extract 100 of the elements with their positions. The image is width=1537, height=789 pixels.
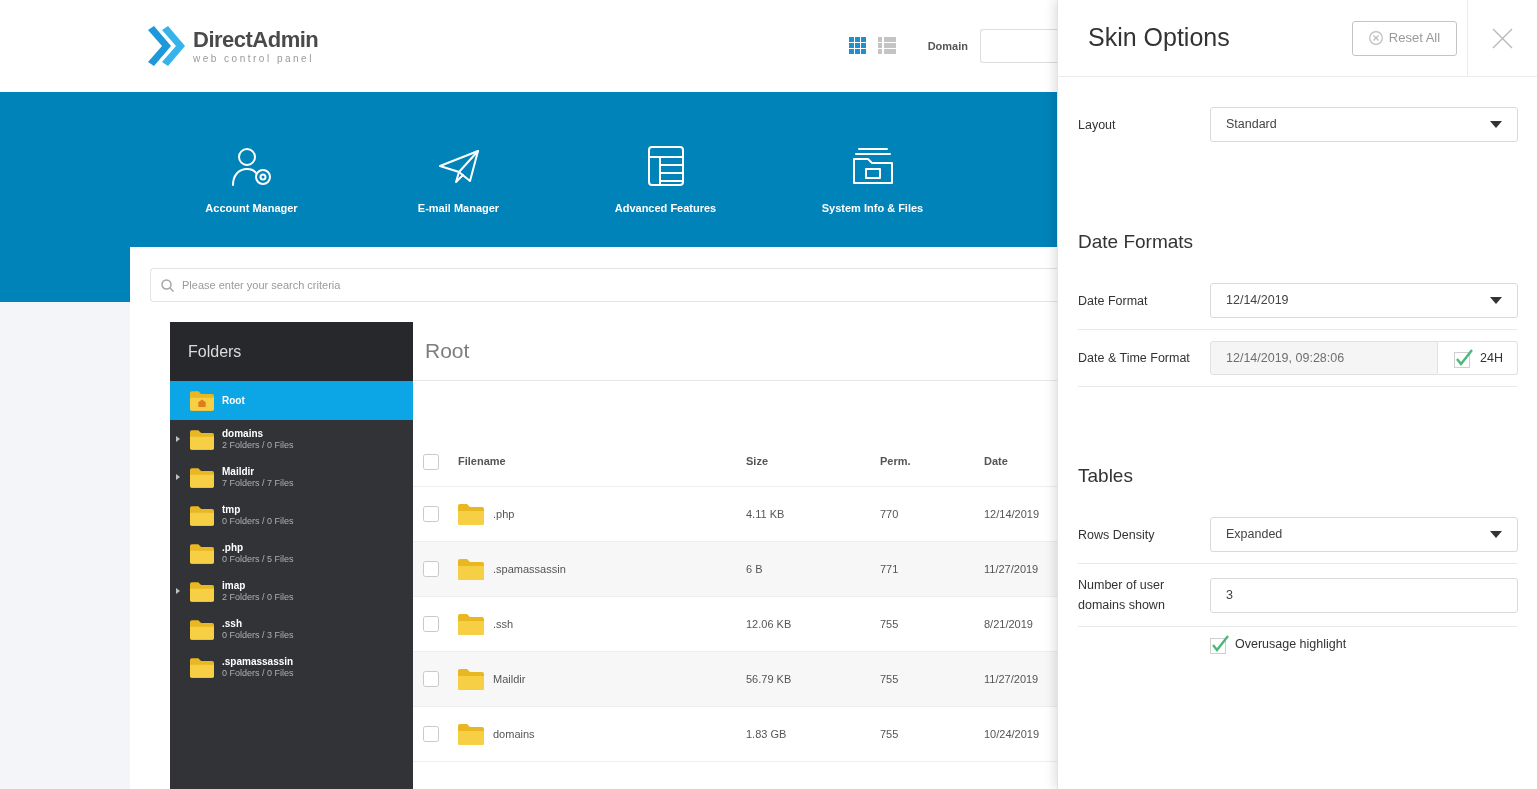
nav-tile[interactable]: System Info & Files [769, 144, 976, 224]
folder-tree-item[interactable]: Maildir 7 Folders / 7 Files [170, 458, 413, 496]
file-size: 56.79 KB [746, 671, 792, 687]
folder-info: 0 Folders / 0 Files [222, 515, 294, 527]
folder-title: Root [425, 338, 470, 365]
dropdown-caret-icon [1490, 121, 1502, 128]
logo-wordmark: DirectAdmin [193, 28, 319, 51]
file-size: 1.83 GB [746, 726, 787, 742]
checkbox-icon[interactable] [423, 561, 439, 577]
folder-icon [458, 503, 484, 525]
file-name: Maildir [493, 671, 526, 687]
folder-tree-item[interactable]: domains 2 Folders / 0 Files [170, 420, 413, 458]
file-name: .spamassassin [493, 561, 566, 577]
file-size: 12.06 KB [746, 616, 792, 632]
folder-icon [190, 656, 214, 678]
field-label: Layout [1078, 116, 1117, 134]
close-button[interactable] [1491, 27, 1514, 49]
expand-caret-icon[interactable] [176, 436, 180, 442]
checked-checkbox-icon[interactable] [1210, 635, 1229, 654]
nav-tile[interactable]: E-mail Manager [355, 144, 562, 224]
column-header[interactable]: Perm. [880, 453, 984, 470]
domain-field[interactable] [980, 29, 1057, 63]
select-dropdown[interactable]: 12/14/2019 [1210, 283, 1518, 318]
file-date: 8/21/2019 [984, 616, 1033, 632]
folder-tree-item[interactable]: .ssh 0 Folders / 3 Files [170, 610, 413, 648]
folder-icon [190, 466, 214, 488]
file-permissions: 771 [880, 561, 899, 577]
file-date: 11/27/2019 [984, 671, 1039, 687]
file-permissions: 755 [880, 616, 899, 632]
file-permissions: 770 [880, 506, 899, 522]
number-input[interactable]: 3 [1210, 577, 1518, 613]
folder-icon [190, 428, 214, 450]
file-name: .php [493, 506, 515, 522]
panel-title: Skin Options [1088, 22, 1230, 54]
section-heading: Tables [1078, 464, 1134, 488]
folder-tree-item[interactable]: imap 2 Folders / 0 Files [170, 572, 413, 610]
file-size: 6 B [746, 561, 763, 577]
domain-label: Domain [927, 38, 968, 54]
folder-name: Maildir [222, 465, 256, 478]
folder-icon [458, 613, 484, 635]
checkbox-icon[interactable] [423, 671, 439, 687]
search-icon [161, 278, 174, 292]
folder-icon [190, 542, 214, 564]
folder-tree-item[interactable]: .php 0 Folders / 5 Files [170, 534, 413, 572]
expand-caret-icon[interactable] [176, 588, 180, 594]
column-header[interactable]: Size [746, 453, 880, 470]
folder-name: .php [222, 541, 245, 554]
folder-icon [458, 668, 484, 690]
folder-icon [190, 390, 214, 411]
folder-icon [190, 580, 214, 602]
dropdown-caret-icon [1490, 297, 1502, 304]
file-date: 12/14/2019 [984, 506, 1040, 522]
folder-info: 2 Folders / 0 Files [222, 591, 294, 603]
folder-name: .spamassassin [222, 655, 294, 668]
nav-tile[interactable]: Advanced Features [562, 144, 769, 224]
folder-tree-item[interactable]: tmp 0 Folders / 0 Files [170, 496, 413, 534]
field-label: Number of user domains shown [1078, 577, 1166, 614]
expand-caret-icon[interactable] [176, 474, 180, 480]
grid-view-icon[interactable] [848, 37, 867, 55]
folder-info: 0 Folders / 3 Files [222, 629, 294, 641]
select-dropdown[interactable]: Expanded [1210, 517, 1518, 552]
folder-info: 2 Folders / 0 Files [222, 439, 294, 451]
folder-name: imap [222, 579, 247, 592]
checkbox-icon[interactable] [423, 506, 439, 522]
field-label: Rows Density [1078, 526, 1156, 544]
datetime-input: 12/14/2019, 09:28:06 [1210, 341, 1438, 375]
file-date: 10/24/2019 [984, 726, 1040, 742]
folder-tree-item[interactable]: .spamassassin 0 Folders / 0 Files [170, 648, 413, 686]
folder-info: 7 Folders / 7 Files [222, 477, 294, 489]
file-row[interactable]: Maildir 56.79 KB 755 11/27/2019 [413, 652, 1057, 707]
dropdown-caret-icon [1490, 531, 1502, 538]
logo-tagline: web control panel [193, 53, 315, 64]
file-date: 11/27/2019 [984, 561, 1039, 577]
folder-name: domains [222, 427, 265, 440]
file-permissions: 755 [880, 726, 899, 742]
field-label: Date & Time Format [1078, 350, 1191, 367]
folder-info: 0 Folders / 0 Files [222, 667, 294, 679]
nav-tile[interactable]: Account Manager [148, 144, 355, 224]
column-header[interactable]: Filename [458, 453, 746, 470]
section-heading: Date Formats [1078, 230, 1195, 254]
checkbox-icon[interactable] [423, 616, 439, 632]
file-name: domains [493, 726, 535, 742]
folder-icon [190, 618, 214, 640]
folders-title: Folders [188, 341, 242, 362]
file-name: .ssh [493, 616, 514, 632]
file-size: 4.11 KB [746, 506, 785, 522]
checkbox-icon[interactable] [423, 453, 439, 470]
checkbox-label[interactable]: Overusage highlight [1235, 635, 1347, 654]
file-row[interactable]: .spamassassin 6 B 771 11/27/2019 [413, 542, 1057, 597]
folder-name: .ssh [222, 617, 243, 630]
select-dropdown[interactable]: Standard [1210, 107, 1518, 142]
column-header[interactable]: Date [984, 453, 1057, 470]
folder-icon [458, 723, 484, 745]
close-icon [1492, 27, 1513, 49]
folder-name: tmp [222, 503, 242, 516]
list-view-icon[interactable] [877, 37, 896, 55]
folder-icon [190, 504, 214, 526]
folder-icon [458, 558, 484, 580]
checkbox-icon[interactable] [423, 726, 439, 742]
folder-info: 0 Folders / 5 Files [222, 553, 294, 565]
